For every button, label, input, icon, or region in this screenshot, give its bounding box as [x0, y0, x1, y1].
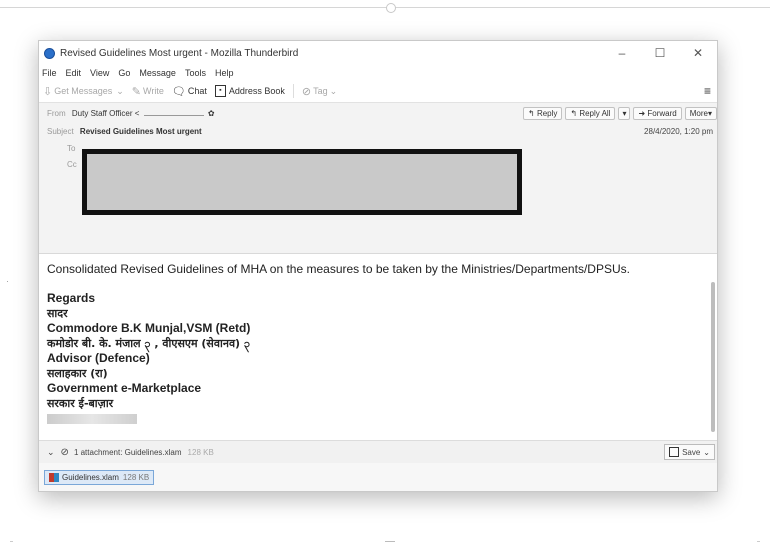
attachment-summary[interactable]: 1 attachment: Guidelines.xlam: [74, 448, 182, 457]
write-label: Write: [143, 86, 164, 96]
reply-all-dropdown[interactable]: ▾: [618, 107, 631, 120]
chevron-down-icon: ▾: [622, 109, 627, 118]
attachment-bar: ⌄ ⊘ 1 attachment: Guidelines.xlam 128 KB…: [39, 440, 717, 463]
save-icon: [669, 447, 680, 457]
main-toolbar: ⇩ Get Messages ⌄ ✎ Write 🗨 Chat ▪ Addres…: [39, 80, 717, 103]
tag-icon: ⊘: [301, 85, 312, 98]
signature-line: Regards: [47, 291, 96, 305]
subject-value: Revised Guidelines Most urgent: [79, 127, 202, 136]
signature-line: सादर: [47, 307, 68, 320]
reply-all-label: Reply All: [579, 109, 611, 118]
from-value[interactable]: Duty Staff Officer <: [72, 109, 140, 118]
signature-line: कमोडोर बी. के. मंजाल ၃ , वीएसएम (सेवानव)…: [47, 337, 251, 350]
close-button[interactable]: ✕: [679, 46, 717, 60]
chevron-down-icon: ⌄: [703, 447, 710, 457]
thunderbird-icon: [44, 47, 55, 59]
subject-row: Subject Revised Guidelines Most urgent: [47, 127, 202, 136]
pencil-icon: ✎: [131, 85, 142, 98]
page-bottom-marker: [385, 541, 395, 542]
subject-label: Subject: [47, 127, 74, 136]
address-book-icon: ▪: [214, 85, 226, 97]
attachment-chip-size: 128 KB: [122, 473, 150, 482]
menu-bar: File Edit View Go Message Tools Help: [39, 65, 717, 80]
signature-line: Commodore B.K Munjal,VSM (Retd): [47, 321, 251, 335]
get-messages-icon: ⇩: [43, 85, 53, 98]
header-actions: ↰ Reply ↰ Reply All ▾ ➜ Forward More▾: [520, 107, 717, 120]
chat-label: Chat: [187, 86, 207, 96]
page-top-marker: [386, 3, 396, 13]
from-address-redacted: [143, 115, 204, 116]
body-intro-text: Consolidated Revised Guidelines of MHA o…: [47, 262, 630, 276]
toolbar-separator: [292, 84, 294, 98]
address-book-button[interactable]: ▪ Address Book: [214, 85, 285, 97]
chevron-down-icon[interactable]: ⌄: [116, 86, 124, 97]
from-row: From Duty Staff Officer < ✿: [47, 109, 215, 118]
chevron-down-icon[interactable]: ⌄: [47, 447, 55, 458]
get-messages-button[interactable]: ⇩ Get Messages ⌄: [43, 85, 124, 98]
thunderbird-window: Revised Guidelines Most urgent - Mozilla…: [38, 40, 718, 492]
chevron-down-icon: ▾: [707, 109, 712, 118]
cc-row: Cc: [51, 160, 81, 169]
star-icon[interactable]: ✿: [208, 109, 215, 118]
title-bar: Revised Guidelines Most urgent - Mozilla…: [39, 41, 717, 65]
save-label: Save: [682, 447, 701, 457]
recipients-redaction-box: [82, 149, 522, 215]
page-bottom-dot: [757, 541, 760, 542]
window-title: Revised Guidelines Most urgent - Mozilla…: [60, 47, 299, 59]
from-label: From: [47, 109, 66, 118]
excel-file-icon: [49, 473, 59, 482]
menu-edit[interactable]: Edit: [66, 68, 82, 78]
menu-file[interactable]: File: [42, 68, 57, 78]
reply-icon: ↰: [528, 109, 535, 118]
reply-label: Reply: [536, 109, 558, 118]
minimize-button[interactable]: –: [603, 46, 641, 60]
save-button[interactable]: Save ⌄: [664, 444, 715, 460]
attachment-chip[interactable]: Guidelines.xlam 128 KB: [44, 470, 155, 485]
to-label: To: [67, 144, 76, 153]
write-button[interactable]: ✎ Write: [132, 85, 164, 98]
menu-tools[interactable]: Tools: [185, 68, 206, 78]
menu-help[interactable]: Help: [215, 68, 234, 78]
cc-label: Cc: [67, 160, 77, 169]
forward-icon: ➜: [638, 109, 646, 118]
menu-view[interactable]: View: [90, 68, 109, 78]
signature-line: सलाहकार (रा): [47, 367, 108, 380]
more-button[interactable]: More▾: [684, 107, 717, 120]
address-book-label: Address Book: [228, 86, 285, 96]
maximize-button[interactable]: ☐: [641, 46, 679, 60]
reply-button[interactable]: ↰ Reply: [523, 107, 563, 120]
chat-button[interactable]: 🗨 Chat: [172, 85, 207, 98]
get-messages-label: Get Messages: [54, 86, 113, 96]
forward-label: Forward: [647, 109, 677, 118]
chevron-down-icon: ⌄: [329, 85, 338, 96]
message-date: 28/4/2020, 1:20 pm: [644, 127, 713, 136]
signature-line: Advisor (Defence): [47, 351, 150, 365]
paperclip-icon: ⊘: [60, 446, 69, 458]
attachment-list: Guidelines.xlam 128 KB: [39, 463, 717, 491]
to-row: To: [47, 144, 79, 153]
blurred-signature-line: [47, 414, 137, 424]
tag-button[interactable]: ⊘ Tag ⌄: [302, 85, 337, 98]
attachment-size: 128 KB: [187, 447, 214, 457]
signature-block: Regards सादर Commodore B.K Munjal,VSM (R…: [47, 291, 709, 424]
forward-button[interactable]: ➜ Forward: [633, 107, 682, 120]
tag-label: Tag: [313, 86, 328, 96]
reply-all-icon: ↰: [570, 109, 578, 118]
signature-line: सरकार ई-बाज़ार: [47, 397, 114, 410]
body-scrollbar[interactable]: [711, 282, 715, 432]
more-label: More: [689, 109, 708, 118]
signature-line: Government e-Marketplace: [47, 381, 202, 395]
attachment-chip-name: Guidelines.xlam: [62, 473, 119, 482]
page-top-rule: [0, 7, 770, 8]
menu-go[interactable]: Go: [118, 68, 130, 78]
menu-message[interactable]: Message: [139, 68, 176, 78]
hamburger-menu-icon[interactable]: ≡: [704, 84, 711, 98]
page-bottom-dot: [10, 541, 13, 542]
reply-all-button[interactable]: ↰ Reply All: [565, 107, 616, 120]
page-side-marker: ·: [6, 276, 9, 286]
chat-icon: 🗨: [171, 85, 186, 98]
message-header: From Duty Staff Officer < ✿ ↰ Reply ↰ Re…: [39, 103, 717, 254]
